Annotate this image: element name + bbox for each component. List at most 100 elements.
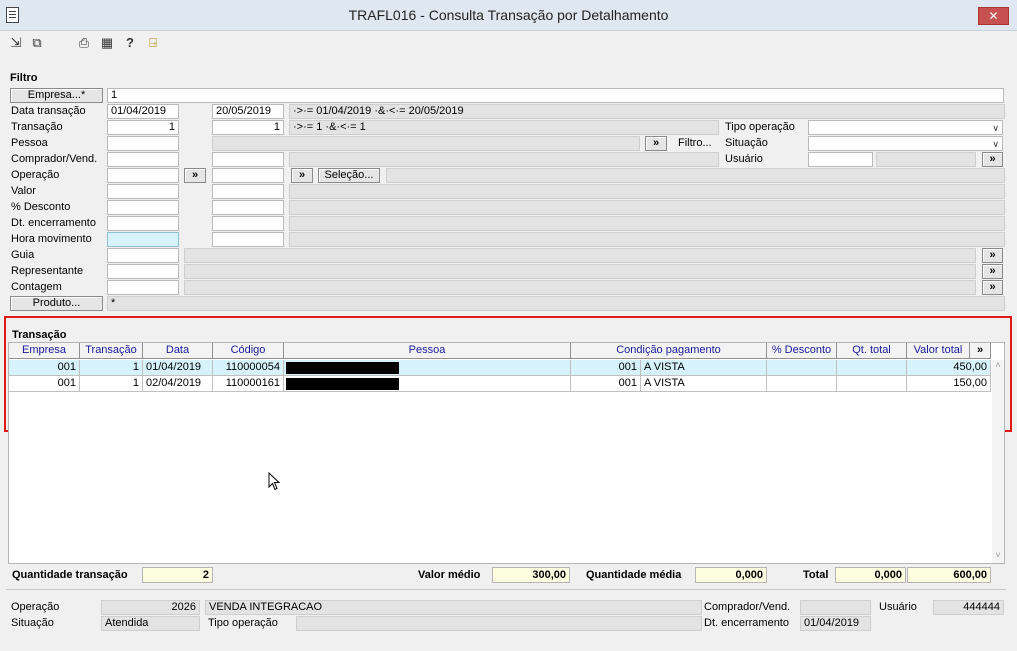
goto-icon[interactable]: ⇲ bbox=[8, 35, 24, 51]
dt-encerramento-ate-field[interactable] bbox=[212, 216, 284, 231]
operacao-de-field[interactable] bbox=[107, 168, 179, 183]
guia-more-button[interactable]: » bbox=[982, 248, 1003, 263]
desconto-ate-field[interactable] bbox=[212, 200, 284, 215]
data-ate-field[interactable]: 20/05/2019 bbox=[212, 104, 284, 119]
dt-encerramento-de-field[interactable] bbox=[107, 216, 179, 231]
navigate-icon[interactable]: ⧉ bbox=[29, 35, 45, 51]
pessoa-de-field[interactable] bbox=[107, 136, 179, 151]
transacao-ate-field[interactable]: 1 bbox=[212, 120, 284, 135]
mouse-cursor-icon bbox=[268, 472, 280, 491]
guia-desc bbox=[184, 248, 976, 263]
valor-ate-field[interactable] bbox=[212, 184, 284, 199]
hora-movimento-expression bbox=[289, 232, 1005, 247]
empresa-button[interactable]: Empresa...* bbox=[10, 88, 103, 103]
calculator-icon[interactable]: ▦ bbox=[99, 35, 115, 51]
help-icon[interactable]: ? bbox=[122, 35, 138, 51]
representante-more-button[interactable]: » bbox=[982, 264, 1003, 279]
usuario-label: Usuário bbox=[725, 153, 763, 165]
printer-icon[interactable]: ⎙ bbox=[76, 35, 92, 51]
exit-door-icon[interactable]: ⍈ bbox=[145, 35, 161, 51]
close-button[interactable]: ✕ bbox=[978, 7, 1009, 25]
tipo-operacao-label: Tipo operação bbox=[725, 121, 795, 133]
empresa-field[interactable]: 1 bbox=[107, 88, 1004, 103]
col-valor-total[interactable]: Valor total bbox=[907, 343, 970, 359]
cell-pessoa bbox=[284, 360, 571, 376]
desconto-expression bbox=[289, 200, 1005, 215]
cell-valor-total: 150,00 bbox=[907, 376, 991, 392]
hora-movimento-ate-field[interactable] bbox=[212, 232, 284, 247]
transacao-group-label: Transação bbox=[12, 329, 67, 341]
tipo-operacao-select[interactable]: ∨ bbox=[808, 120, 1003, 135]
det-comprador-label: Comprador/Vend. bbox=[704, 601, 791, 613]
det-usuario-value: 444444 bbox=[933, 600, 1004, 615]
col-codigo[interactable]: Código bbox=[213, 343, 284, 359]
total-label: Total bbox=[803, 569, 829, 581]
produto-button[interactable]: Produto... bbox=[10, 296, 103, 311]
scroll-down-icon[interactable]: ˅ bbox=[992, 550, 1004, 562]
det-usuario-label: Usuário bbox=[879, 601, 917, 613]
produto-field[interactable]: * bbox=[107, 296, 1005, 311]
pessoa-desc bbox=[212, 136, 640, 151]
guia-field[interactable] bbox=[107, 248, 179, 263]
scroll-up-icon[interactable]: ˄ bbox=[992, 360, 1004, 372]
valor-medio-label: Valor médio bbox=[418, 569, 481, 581]
contagem-label: Contagem bbox=[11, 281, 62, 293]
selecao-button[interactable]: Seleção... bbox=[318, 168, 380, 183]
usuario-field[interactable] bbox=[808, 152, 873, 167]
col-condicao-pagamento[interactable]: Condição pagamento bbox=[571, 343, 767, 359]
col-pessoa[interactable]: Pessoa bbox=[284, 343, 571, 359]
vertical-scrollbar[interactable]: ˄ ˅ bbox=[992, 360, 1004, 563]
contagem-field[interactable] bbox=[107, 280, 179, 295]
situacao-label: Situação bbox=[725, 137, 768, 149]
cell-condicao-codigo: 001 bbox=[571, 376, 641, 392]
det-operacao-label: Operação bbox=[11, 601, 60, 613]
contagem-more-button[interactable]: » bbox=[982, 280, 1003, 295]
det-situacao-value: Atendida bbox=[101, 616, 200, 631]
cell-condicao-codigo: 001 bbox=[571, 360, 641, 376]
cell-valor-total: 450,00 bbox=[907, 360, 991, 376]
transacao-expression: ·>·= 1 ·&·<·= 1 bbox=[289, 120, 719, 135]
col-empresa[interactable]: Empresa bbox=[9, 343, 80, 359]
cell-data: 01/04/2019 bbox=[143, 360, 213, 376]
usuario-more-button[interactable]: » bbox=[982, 152, 1003, 167]
det-comprador-value bbox=[800, 600, 871, 615]
columns-more-button[interactable]: » bbox=[970, 343, 991, 359]
cell-codigo: 110000054 bbox=[213, 360, 284, 376]
det-dt-encerramento-label: Dt. encerramento bbox=[704, 617, 789, 629]
hora-movimento-label: Hora movimento bbox=[11, 233, 92, 245]
pessoa-more-button[interactable]: » bbox=[645, 136, 667, 151]
det-operacao-cod: 2026 bbox=[101, 600, 200, 615]
col-desconto[interactable]: % Desconto bbox=[767, 343, 837, 359]
filtro-button[interactable]: Filtro... bbox=[678, 136, 712, 151]
qtd-media-value: 0,000 bbox=[695, 567, 767, 583]
situacao-select[interactable]: ∨ bbox=[808, 136, 1003, 151]
operacao-more-button[interactable]: » bbox=[291, 168, 313, 183]
det-situacao-label: Situação bbox=[11, 617, 54, 629]
desconto-de-field[interactable] bbox=[107, 200, 179, 215]
pessoa-label: Pessoa bbox=[11, 137, 48, 149]
comprador-de-field[interactable] bbox=[107, 152, 179, 167]
chevron-down-icon: ∨ bbox=[992, 139, 999, 149]
transacao-grid[interactable]: Empresa Transação Data Código Pessoa Con… bbox=[8, 342, 1005, 564]
divider bbox=[6, 589, 1006, 590]
data-de-field[interactable]: 01/04/2019 bbox=[107, 104, 179, 119]
copy-range-button[interactable]: » bbox=[184, 168, 206, 183]
transacao-de-field[interactable]: 1 bbox=[107, 120, 179, 135]
comprador-ate-field[interactable] bbox=[212, 152, 284, 167]
cell-condicao-descricao: A VISTA bbox=[641, 376, 767, 392]
hora-movimento-de-field[interactable] bbox=[107, 232, 179, 247]
cell-transacao: 1 bbox=[80, 376, 143, 392]
representante-label: Representante bbox=[11, 265, 84, 277]
operacao-ate-field[interactable] bbox=[212, 168, 284, 183]
representante-field[interactable] bbox=[107, 264, 179, 279]
qtd-transacao-label: Quantidade transação bbox=[12, 569, 128, 581]
col-transacao[interactable]: Transação bbox=[80, 343, 143, 359]
qtd-media-label: Quantidade média bbox=[586, 569, 682, 581]
filtro-group-label: Filtro bbox=[10, 72, 38, 84]
col-data[interactable]: Data bbox=[143, 343, 213, 359]
det-dt-encerramento-value: 01/04/2019 bbox=[800, 616, 871, 631]
col-qt-total[interactable]: Qt. total bbox=[837, 343, 907, 359]
chevron-down-icon: ∨ bbox=[992, 123, 999, 133]
transacao-label: Transação bbox=[11, 121, 63, 133]
valor-de-field[interactable] bbox=[107, 184, 179, 199]
